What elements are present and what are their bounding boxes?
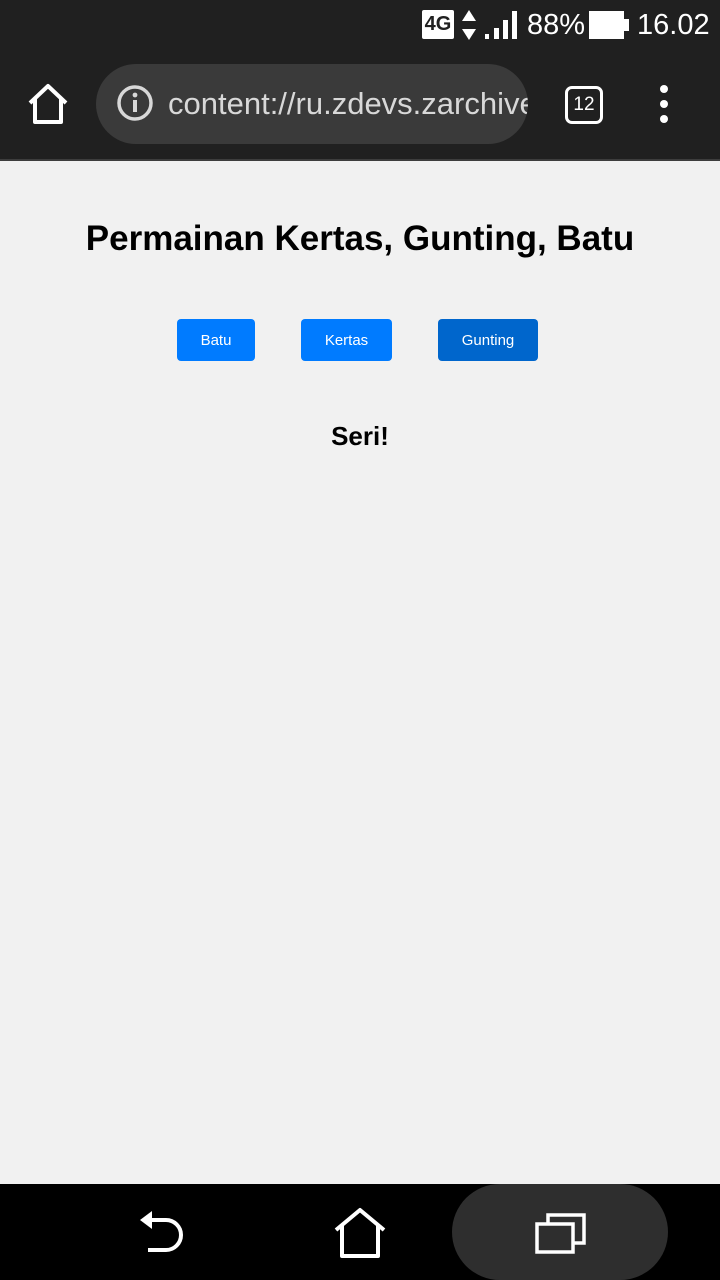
choice-buttons: Batu Kertas Gunting	[0, 319, 720, 361]
info-icon[interactable]	[116, 84, 154, 122]
network-type-badge: 4G	[422, 10, 454, 39]
clock: 16.02	[637, 9, 710, 41]
recents-icon[interactable]	[534, 1212, 588, 1256]
battery-percent: 88%	[527, 9, 586, 41]
gunting-button[interactable]: Gunting	[438, 319, 538, 361]
battery-icon	[589, 11, 629, 39]
browser-toolbar: content://ru.zdevs.zarchiver.pro.system.…	[0, 50, 720, 161]
web-page-content: Permainan Kertas, Gunting, Batu Batu Ker…	[0, 163, 720, 1184]
tab-switcher-button[interactable]: 12	[565, 86, 603, 124]
result-text: Seri!	[331, 421, 389, 451]
recents-button[interactable]	[452, 1184, 668, 1280]
address-bar[interactable]: content://ru.zdevs.zarchiver.pro.system.…	[96, 64, 528, 144]
data-arrows-icon	[462, 10, 476, 40]
kertas-button[interactable]: Kertas	[301, 319, 392, 361]
system-nav-bar	[0, 1184, 720, 1280]
more-vert-icon[interactable]	[650, 82, 678, 126]
back-icon[interactable]	[134, 1208, 188, 1258]
batu-button[interactable]: Batu	[177, 319, 255, 361]
home-icon[interactable]	[26, 82, 70, 126]
home-icon[interactable]	[332, 1206, 388, 1260]
status-bar: 4G 88% 16.02	[0, 0, 720, 50]
url-text[interactable]: content://ru.zdevs.zarchiver.pro.system.…	[168, 84, 528, 124]
signal-icon	[485, 11, 517, 39]
page-title: Permainan Kertas, Gunting, Batu	[85, 219, 635, 258]
